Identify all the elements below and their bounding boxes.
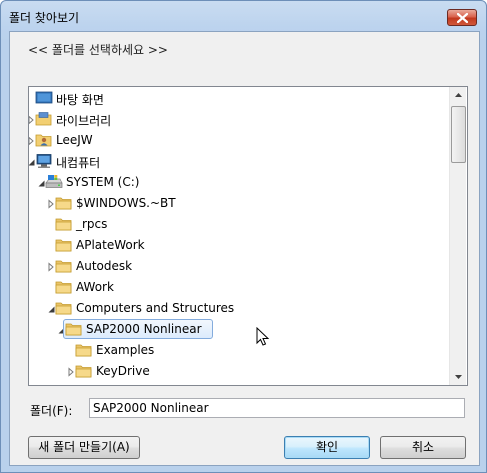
folder-icon xyxy=(55,216,73,232)
folder-icon xyxy=(55,279,73,295)
library-icon xyxy=(35,111,53,127)
tree-node-label: 바탕 화면 xyxy=(56,93,104,107)
folder-icon xyxy=(55,237,73,253)
tree-node[interactable]: Autodesk xyxy=(29,256,449,277)
mouse-cursor-icon xyxy=(256,327,270,346)
scroll-up-button[interactable] xyxy=(450,87,467,104)
tree-node-label: _rpcs xyxy=(76,217,108,231)
tree-node-label: $WINDOWS.~BT xyxy=(76,196,176,210)
tree-node[interactable]: $WINDOWS.~BT xyxy=(29,193,449,214)
folder-icon xyxy=(55,195,73,211)
scroll-up-icon xyxy=(455,93,462,97)
folder-icon xyxy=(75,342,93,358)
tree-node-label: KeyDrive xyxy=(96,364,150,378)
tree-node[interactable]: 바탕 화면 xyxy=(29,88,449,109)
tree-node[interactable]: AWork xyxy=(29,277,449,298)
tree-node-label: 내컴퓨터 xyxy=(56,156,101,170)
close-icon xyxy=(457,13,468,23)
tree-node-label: SAP2000 Nonlinear xyxy=(86,322,202,336)
scrollbar-thumb[interactable] xyxy=(451,106,466,163)
tree-node[interactable]: APlateWork xyxy=(29,235,449,256)
tree-node-label: Autodesk xyxy=(76,259,133,273)
close-button[interactable] xyxy=(447,9,477,26)
browse-folder-dialog: 폴더 찾아보기 << 폴더를 선택하세요 >> 바탕 화면라이브러리 LeeJW 내… xyxy=(0,0,487,473)
tree-node-label: Examples xyxy=(96,343,155,357)
tree-node-label: 라이브러리 xyxy=(56,114,112,128)
cancel-button[interactable]: 취소 xyxy=(380,436,466,459)
user-folder-icon xyxy=(35,132,53,148)
tree-node[interactable]: Computers and Structures xyxy=(29,298,449,319)
dialog-body: << 폴더를 선택하세요 >> 바탕 화면라이브러리 LeeJW 내컴퓨터 SYSTE… xyxy=(9,31,480,466)
folder-icon xyxy=(65,321,83,337)
scroll-down-icon xyxy=(455,375,462,379)
tree-node[interactable]: _rpcs xyxy=(29,214,449,235)
tree-node[interactable]: SYSTEM (C:) xyxy=(29,172,449,193)
tree-node-label: Computers and Structures xyxy=(76,301,235,315)
tree-node-label: Manuals xyxy=(96,385,146,386)
tree-node-label: AWork xyxy=(76,280,114,294)
dialog-description: << 폴더를 선택하세요 >> xyxy=(28,43,168,57)
tree-node[interactable]: 내컴퓨터 xyxy=(29,151,449,172)
tree-node-label: APlateWork xyxy=(76,238,145,252)
folder-icon xyxy=(75,384,93,385)
desktop-icon xyxy=(35,90,53,106)
vertical-scrollbar[interactable] xyxy=(449,87,466,385)
tree-node[interactable]: 라이브러리 xyxy=(29,109,449,130)
tree-node[interactable]: LeeJW xyxy=(29,130,449,151)
window-title: 폴더 찾아보기 xyxy=(9,11,80,25)
tree-node[interactable]: Examples xyxy=(29,340,449,361)
tree-node-label: LeeJW xyxy=(56,133,93,147)
folder-input[interactable] xyxy=(89,398,465,418)
tree-node[interactable]: Manuals xyxy=(29,382,449,386)
title-bar[interactable]: 폴더 찾아보기 xyxy=(1,1,486,31)
folder-field-label: 폴더(F): xyxy=(30,404,73,418)
computer-icon xyxy=(35,153,53,169)
tree-node-label: SYSTEM (C:) xyxy=(66,175,140,189)
folder-tree[interactable]: 바탕 화면라이브러리 LeeJW 내컴퓨터 SYSTEM (C:) $WINDOWS.~… xyxy=(28,86,468,386)
ok-button[interactable]: 확인 xyxy=(284,436,370,459)
folder-icon xyxy=(55,300,73,316)
tree-node[interactable]: KeyDrive xyxy=(29,361,449,382)
new-folder-button[interactable]: 새 폴더 만들기(A) xyxy=(28,436,140,459)
drive-icon xyxy=(45,174,63,190)
folder-icon xyxy=(75,363,93,379)
scroll-down-button[interactable] xyxy=(450,368,467,385)
folder-icon xyxy=(55,258,73,274)
tree-node-selected[interactable]: SAP2000 Nonlinear xyxy=(29,319,449,340)
